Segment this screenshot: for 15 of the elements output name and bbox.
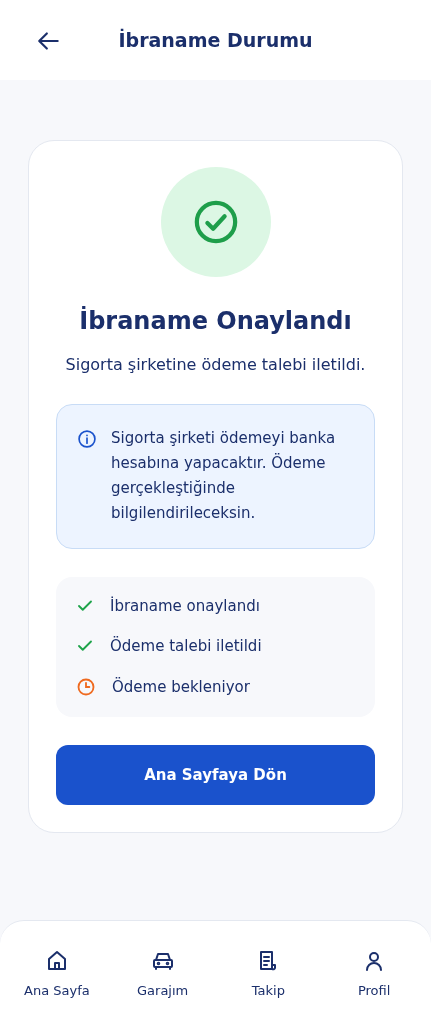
status-title: İbraname Onaylandı — [79, 307, 352, 335]
nav-item[interactable]: Garajım — [109, 921, 216, 1027]
page-title: İbraname Durumu — [118, 29, 313, 51]
info-text: Sigorta şirketi ödemeyi banka hesabına yapacaktır. Ödeme gerçekleştiğinde bilgilendirileceksin. — [111, 428, 337, 524]
clock-icon — [76, 677, 96, 697]
step-label: Ödeme bekleniyor — [112, 678, 250, 696]
info-icon — [77, 429, 97, 449]
nav-item[interactable]: Ana Sayfa — [4, 921, 110, 1027]
step-label: İbraname onaylandı — [110, 597, 260, 615]
nav-item[interactable]: Profil — [321, 921, 427, 1027]
step-label: Ödeme talebi iletildi — [110, 637, 262, 655]
home-button[interactable]: Ana Sayfaya Dön — [56, 745, 375, 805]
check-circle-icon — [192, 199, 239, 245]
status-subtitle: Sigorta şirketine ödeme talebi iletildi. — [65, 355, 366, 374]
nav-item[interactable]: Takip — [215, 921, 322, 1027]
